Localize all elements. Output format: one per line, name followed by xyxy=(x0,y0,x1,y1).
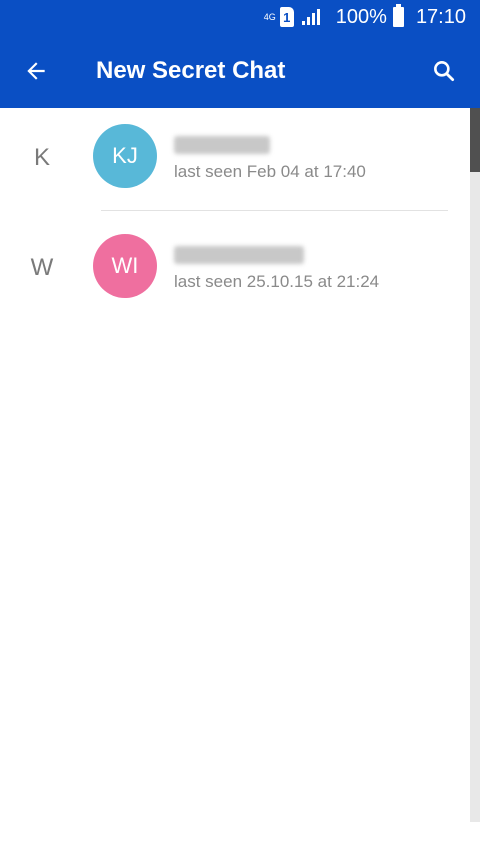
section-letter: W xyxy=(30,254,54,281)
battery-icon xyxy=(392,4,404,27)
battery-percentage: 100% xyxy=(335,5,387,28)
section-letter: K xyxy=(33,144,50,171)
app-bar: New Secret Chat xyxy=(0,34,480,108)
last-seen-status: last seen Feb 04 at 17:40 xyxy=(174,162,366,181)
scrollbar-thumb[interactable] xyxy=(470,108,480,172)
contact-row[interactable]: W WI last seen 25.10.15 at 21:24 xyxy=(0,216,470,324)
avatar: WI xyxy=(93,234,157,298)
contact-row[interactable]: K KJ last seen Feb 04 at 17:40 xyxy=(0,108,470,216)
network-indicator: 4G xyxy=(263,11,276,22)
signal-icon xyxy=(301,9,322,25)
network-type: 4G xyxy=(263,11,276,22)
avatar: KJ xyxy=(93,124,157,188)
contact-name-blurred xyxy=(174,136,270,154)
status-bar: 4G 1 100% 17:10 xyxy=(0,0,480,34)
last-seen-status: last seen 25.10.15 at 21:24 xyxy=(174,272,380,291)
search-button[interactable] xyxy=(424,51,464,91)
scrollbar-track[interactable] xyxy=(470,108,480,822)
divider xyxy=(101,210,448,211)
back-button[interactable] xyxy=(0,34,72,108)
search-icon xyxy=(434,61,455,82)
sim-icon: 1 xyxy=(279,7,294,27)
clock: 17:10 xyxy=(415,5,466,28)
avatar-initials: WI xyxy=(111,253,139,278)
contacts-list: K KJ last seen Feb 04 at 17:40 W WI last… xyxy=(0,108,470,854)
page-title: New Secret Chat xyxy=(96,57,286,84)
avatar-initials: KJ xyxy=(112,143,138,168)
arrow-left-icon xyxy=(27,62,45,80)
contact-name-blurred xyxy=(174,246,304,264)
